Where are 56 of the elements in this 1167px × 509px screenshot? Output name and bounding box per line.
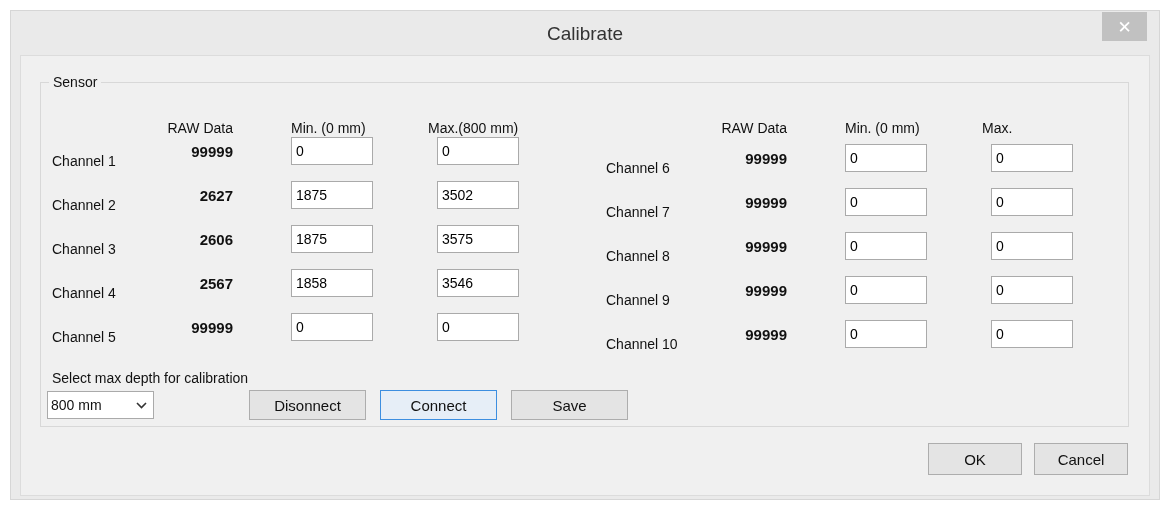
channel-label: Channel 1 xyxy=(52,152,117,169)
action-button[interactable]: Disonnect xyxy=(249,390,366,420)
max-input-field[interactable]: 3502 xyxy=(437,181,519,209)
action-button[interactable]: OK xyxy=(928,443,1022,475)
raw-value: 99999 xyxy=(745,325,787,343)
min-input-field[interactable]: 0 xyxy=(845,320,927,348)
min-input-field[interactable]: 0 xyxy=(845,276,927,304)
channel-label: Channel 4 xyxy=(52,284,117,301)
raw-value: 2627 xyxy=(199,186,233,204)
group-title: Sensor xyxy=(49,74,102,90)
min-input-field[interactable]: 1875 xyxy=(291,225,373,253)
raw-value: 2567 xyxy=(199,274,233,292)
max-input-field[interactable]: 0 xyxy=(437,313,519,341)
min-input-field[interactable]: 1875 xyxy=(291,181,373,209)
max-input-field[interactable]: 0 xyxy=(991,320,1073,348)
max-input-field[interactable]: 0 xyxy=(991,232,1073,260)
action-button[interactable]: Connect xyxy=(380,390,497,420)
column-header: Max. xyxy=(982,120,1013,136)
raw-value: 99999 xyxy=(745,193,787,211)
column-header: Min. (0 mm) xyxy=(291,120,367,136)
raw-value: 99999 xyxy=(745,237,787,255)
min-input-field[interactable]: 1858 xyxy=(291,269,373,297)
channel-label: Channel 6 xyxy=(606,159,671,176)
channel-label: Channel 3 xyxy=(52,240,117,257)
column-header: RAW Data xyxy=(720,120,787,136)
depth-label: Select max depth for calibration xyxy=(52,370,250,386)
channel-label: Channel 8 xyxy=(606,247,671,264)
max-input-field[interactable]: 3546 xyxy=(437,269,519,297)
max-input-field[interactable]: 3575 xyxy=(437,225,519,253)
max-input-field[interactable]: 0 xyxy=(991,188,1073,216)
action-button[interactable]: Cancel xyxy=(1034,443,1128,475)
min-input-field[interactable]: 0 xyxy=(845,144,927,172)
max-input-field[interactable]: 0 xyxy=(991,276,1073,304)
window-title: Calibrate xyxy=(546,23,623,45)
column-header: Min. (0 mm) xyxy=(845,120,921,136)
max-input-field[interactable]: 0 xyxy=(437,137,519,165)
chevron-down-icon xyxy=(136,401,147,409)
channel-label: Channel 5 xyxy=(52,328,117,345)
raw-value: 99999 xyxy=(191,318,233,336)
raw-value: 99999 xyxy=(745,149,787,167)
min-input-field[interactable]: 0 xyxy=(291,313,373,341)
min-input-field[interactable]: 0 xyxy=(845,188,927,216)
min-input-field[interactable]: 0 xyxy=(291,137,373,165)
channel-label: Channel 2 xyxy=(52,196,117,213)
channel-label: Channel 10 xyxy=(606,335,679,352)
min-input-field[interactable]: 0 xyxy=(845,232,927,260)
action-button[interactable]: Save xyxy=(511,390,628,420)
raw-value: 99999 xyxy=(191,142,233,160)
raw-value: 99999 xyxy=(745,281,787,299)
column-header: RAW Data xyxy=(166,120,233,136)
raw-value: 2606 xyxy=(199,230,233,248)
column-header: Max.(800 mm) xyxy=(428,120,519,136)
depth-dropdown[interactable]: 800 mm xyxy=(47,391,154,419)
channel-label: Channel 9 xyxy=(606,291,671,308)
channel-label: Channel 7 xyxy=(606,203,671,220)
max-input-field[interactable]: 0 xyxy=(991,144,1073,172)
